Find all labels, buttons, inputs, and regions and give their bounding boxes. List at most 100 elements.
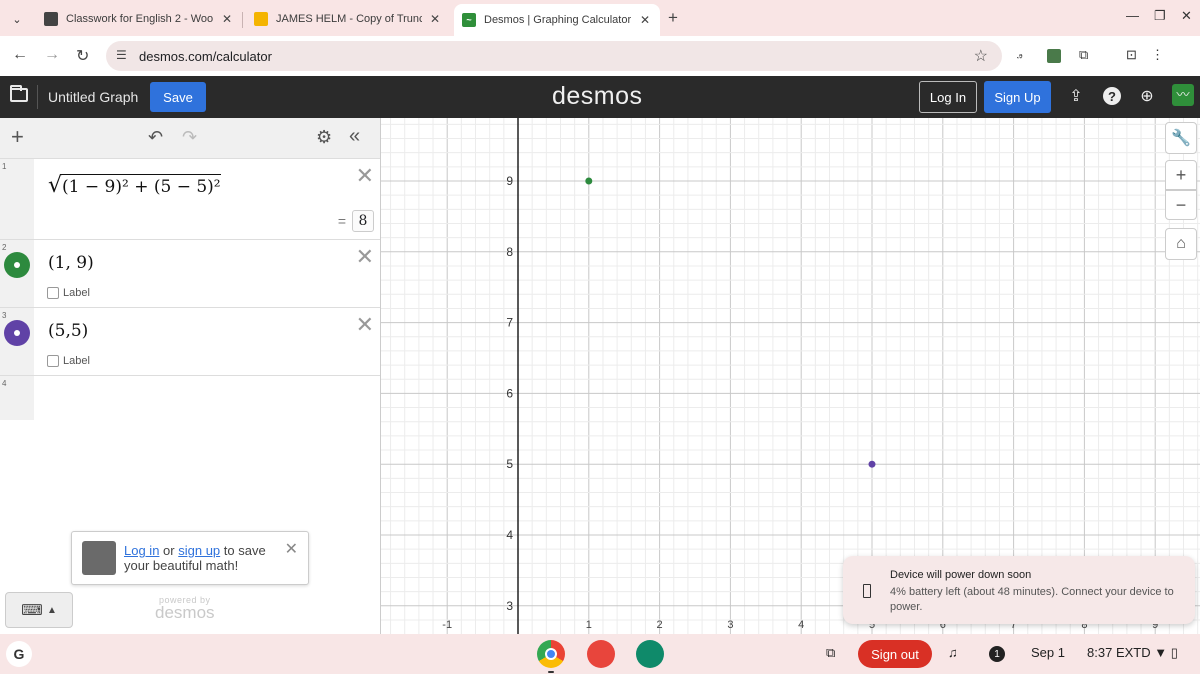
promo-sign-up-link[interactable]: sign up — [178, 543, 220, 558]
launcher-icon[interactable]: G — [6, 641, 32, 667]
tab-close-icon[interactable]: ✕ — [428, 12, 442, 26]
sign-out-button[interactable]: Sign out — [858, 640, 932, 668]
wifi-icon: ▼ — [1154, 645, 1168, 660]
delete-expression-icon[interactable]: ✕ — [356, 246, 374, 268]
tab-label: JAMES HELM - Copy of Trunca — [276, 13, 422, 25]
desmos-logo: desmos — [552, 82, 643, 110]
evaluation-result: 8 — [352, 210, 374, 232]
save-prompt-card: Log in or sign up to save your beautiful… — [71, 531, 309, 585]
y-tick-label: 9 — [506, 174, 513, 188]
expression-row-empty[interactable]: 4 — [0, 376, 380, 420]
menu-kebab-icon[interactable]: ⋮ — [1151, 47, 1164, 63]
extension-icon[interactable]: ꭿ — [1017, 50, 1022, 61]
language-globe-icon[interactable]: ⊕ — [1137, 86, 1157, 106]
collapse-panel-icon[interactable]: « — [349, 125, 360, 148]
label-toggle[interactable]: Label — [47, 287, 90, 299]
forward-icon[interactable]: → — [44, 46, 60, 64]
graph-point[interactable] — [868, 460, 876, 468]
canvas-app-icon[interactable] — [587, 640, 615, 668]
share-icon[interactable]: ⇪ — [1066, 86, 1086, 106]
zoom-out-icon[interactable]: − — [1165, 190, 1197, 220]
y-tick-label: 3 — [506, 599, 513, 613]
label-toggle[interactable]: Label — [47, 355, 90, 367]
expression-panel: + ↶ ↷ ⚙ « 1 √(1 − 9)² + (5 − 5)² ✕ = 8 2… — [0, 118, 381, 634]
label-checkbox[interactable] — [47, 287, 59, 299]
browser-tab-strip: ⌄ Classwork for English 2 - Woo ✕ JAMES … — [0, 0, 1200, 36]
date-text[interactable]: Sep 1 — [1031, 645, 1065, 660]
default-view-home-icon[interactable]: ⌂ — [1165, 228, 1197, 260]
desmos-account-icon[interactable]: 〰 — [1172, 84, 1194, 106]
caret-up-icon: ▲ — [46, 604, 57, 616]
tote-icon[interactable]: ⧉ — [826, 645, 835, 661]
tab-desmos[interactable]: ~ Desmos | Graphing Calculator ✕ — [454, 4, 660, 36]
log-in-button[interactable]: Log In — [919, 81, 977, 113]
tab-james-helm[interactable]: JAMES HELM - Copy of Trunca ✕ — [246, 4, 450, 34]
delete-expression-icon[interactable]: ✕ — [356, 165, 374, 187]
graph-settings-wrench-icon[interactable]: 🔧 — [1165, 122, 1197, 154]
address-bar[interactable]: ☰ desmos.com/calculator ☆ — [106, 41, 1002, 71]
desmos-header: Untitled Graph Save desmos Log In Sign U… — [0, 76, 1200, 118]
x-tick-label: 3 — [727, 619, 733, 631]
help-icon[interactable]: ? — [1103, 87, 1121, 105]
low-battery-notification[interactable]: Device will power down soon 4% battery l… — [843, 556, 1195, 624]
tab-label: Desmos | Graphing Calculator — [484, 14, 632, 26]
label-text: Label — [63, 287, 90, 299]
close-window-icon[interactable]: ✕ — [1181, 8, 1192, 24]
close-prompt-icon[interactable]: ✕ — [285, 539, 298, 559]
undo-icon[interactable]: ↶ — [148, 127, 163, 148]
screenshot-icon[interactable]: ⊡ — [1126, 47, 1137, 63]
classroom-app-icon[interactable] — [636, 640, 664, 668]
puzzle-extensions-icon[interactable]: ⧉ — [1079, 47, 1088, 63]
tab-search-chevron-icon[interactable]: ⌄ — [6, 8, 28, 30]
tab-label: Classwork for English 2 - Woo — [66, 13, 214, 25]
keyboard-toggle-button[interactable]: ⌨ ▲ — [5, 592, 73, 628]
promo-log-in-link[interactable]: Log in — [124, 543, 159, 558]
zoom-in-icon[interactable]: + — [1165, 160, 1197, 190]
tab-close-icon[interactable]: ✕ — [220, 12, 234, 26]
point-color-icon[interactable] — [4, 320, 30, 346]
graph-title[interactable]: Untitled Graph — [48, 89, 138, 105]
media-controls-icon[interactable]: ♫ — [948, 645, 958, 660]
tab-classwork[interactable]: Classwork for English 2 - Woo ✕ — [36, 4, 242, 34]
expression-row[interactable]: 3 (5,5) ✕ Label — [0, 308, 380, 376]
status-area[interactable]: 8:37 EXTD ▼ ▯ — [1087, 645, 1178, 661]
keyboard-icon: ⌨ — [21, 602, 43, 619]
expression-math[interactable]: (1, 9) — [48, 253, 94, 273]
redo-icon[interactable]: ↷ — [182, 127, 197, 148]
clock-text: 8:37 — [1087, 645, 1113, 660]
site-info-icon[interactable]: ☰ — [116, 48, 127, 62]
add-item-icon[interactable]: + — [11, 124, 24, 150]
y-tick-label: 4 — [506, 528, 513, 542]
x-tick-label: -1 — [442, 619, 452, 631]
notification-count-badge[interactable]: 1 — [989, 646, 1005, 662]
expression-index: 1 — [2, 162, 7, 171]
sign-up-button[interactable]: Sign Up — [984, 81, 1051, 113]
powered-line2: desmos — [155, 603, 215, 622]
reload-icon[interactable]: ↻ — [76, 46, 89, 66]
y-tick-label: 5 — [506, 457, 513, 471]
expression-math[interactable]: √(1 − 9)² + (5 − 5)² — [48, 173, 221, 198]
new-tab-icon[interactable]: + — [668, 8, 678, 28]
label-checkbox[interactable] — [47, 355, 59, 367]
expression-row[interactable]: 1 √(1 − 9)² + (5 − 5)² ✕ = 8 — [0, 159, 380, 240]
notification-title: Device will power down soon — [890, 569, 1032, 581]
minimize-icon[interactable]: — — [1126, 8, 1139, 23]
delete-expression-icon[interactable]: ✕ — [356, 314, 374, 336]
notification-body: 4% battery left (about 48 minutes). Conn… — [890, 586, 1174, 613]
graph-point[interactable] — [585, 177, 593, 185]
bookmark-star-icon[interactable]: ☆ — [974, 46, 988, 66]
back-icon[interactable]: ← — [12, 46, 28, 64]
open-graph-folder-icon[interactable] — [10, 85, 28, 102]
save-button[interactable]: Save — [150, 82, 206, 112]
expression-math[interactable]: (5,5) — [48, 321, 88, 341]
extd-text: EXTD — [1115, 645, 1151, 660]
settings-gear-icon[interactable]: ⚙ — [316, 127, 332, 148]
expression-row[interactable]: 2 (1, 9) ✕ Label — [0, 240, 380, 308]
tab-close-icon[interactable]: ✕ — [638, 13, 652, 27]
chrome-app-icon[interactable] — [537, 640, 565, 668]
profile-extension-icon[interactable] — [1047, 49, 1061, 63]
label-text: Label — [63, 355, 90, 367]
restore-icon[interactable]: ❐ — [1154, 8, 1166, 24]
point-color-icon[interactable] — [4, 252, 30, 278]
save-prompt-text: Log in or sign up to save your beautiful… — [124, 543, 274, 573]
